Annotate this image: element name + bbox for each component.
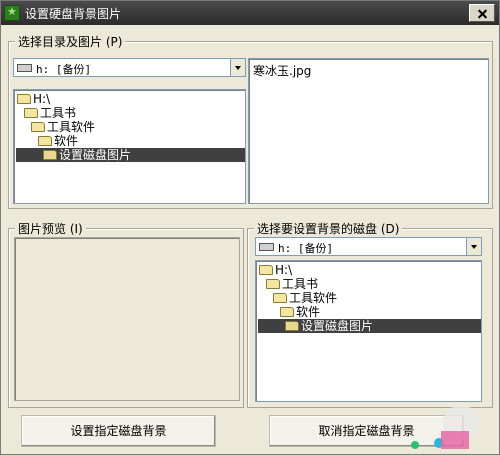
tree-item-root[interactable]: H:\ bbox=[259, 263, 292, 277]
title-bar[interactable]: 设置硬盘背景图片 bbox=[1, 1, 499, 25]
drive-icon bbox=[17, 64, 32, 72]
folder-icon bbox=[273, 293, 287, 303]
file-list[interactable]: 寒冰玉.jpg bbox=[248, 58, 489, 204]
tree-item-root[interactable]: H:\ bbox=[17, 92, 50, 106]
folder-icon bbox=[280, 307, 294, 317]
folder-icon bbox=[285, 321, 299, 331]
target-drive-value: h: [备份] bbox=[278, 242, 334, 255]
chevron-down-icon[interactable] bbox=[230, 59, 245, 76]
folder-icon bbox=[17, 94, 31, 104]
folder-icon bbox=[38, 136, 52, 146]
watermark-graphic bbox=[411, 405, 479, 449]
tree-item-software[interactable]: 软件 bbox=[280, 305, 320, 319]
tree-item-software[interactable]: 软件 bbox=[38, 134, 78, 148]
image-preview-area bbox=[14, 237, 240, 401]
folder-icon bbox=[24, 108, 38, 118]
chevron-down-icon[interactable] bbox=[466, 238, 481, 255]
preview-legend: 图片预览 (I) bbox=[15, 220, 86, 237]
source-drive-value: h: [备份] bbox=[36, 63, 92, 76]
drive-icon bbox=[259, 243, 274, 251]
select-folder-legend: 选择目录及图片 (P) bbox=[15, 33, 126, 50]
dialog-window: 设置硬盘背景图片 选择目录及图片 (P) h: [备份] H:\ 工具书 工具软… bbox=[0, 0, 500, 455]
source-folder-tree[interactable]: H:\ 工具书 工具软件 软件 设置磁盘图片 bbox=[13, 89, 246, 204]
folder-icon bbox=[259, 265, 273, 275]
tree-item-disk-pictures[interactable]: 设置磁盘图片 bbox=[258, 319, 481, 333]
folder-icon bbox=[31, 122, 45, 132]
folder-icon bbox=[43, 150, 57, 160]
file-list-item[interactable]: 寒冰玉.jpg bbox=[253, 62, 311, 79]
tree-item-books[interactable]: 工具书 bbox=[266, 277, 318, 291]
tree-item-books[interactable]: 工具书 bbox=[24, 106, 76, 120]
tree-item-disk-pictures[interactable]: 设置磁盘图片 bbox=[16, 148, 245, 162]
close-icon[interactable] bbox=[469, 4, 495, 22]
tree-item-tools[interactable]: 工具软件 bbox=[31, 120, 95, 134]
folder-icon bbox=[266, 279, 280, 289]
target-drive-combo[interactable]: h: [备份] bbox=[255, 237, 482, 256]
app-icon bbox=[4, 5, 20, 21]
source-drive-combo[interactable]: h: [备份] bbox=[13, 58, 246, 77]
tree-item-tools[interactable]: 工具软件 bbox=[273, 291, 337, 305]
window-title: 设置硬盘背景图片 bbox=[25, 7, 122, 21]
target-folder-tree[interactable]: H:\ 工具书 工具软件 软件 设置磁盘图片 bbox=[255, 260, 482, 402]
set-disk-background-button[interactable]: 设置指定磁盘背景 bbox=[21, 415, 216, 447]
target-disk-legend: 选择要设置背景的磁盘 (D) bbox=[254, 220, 403, 237]
